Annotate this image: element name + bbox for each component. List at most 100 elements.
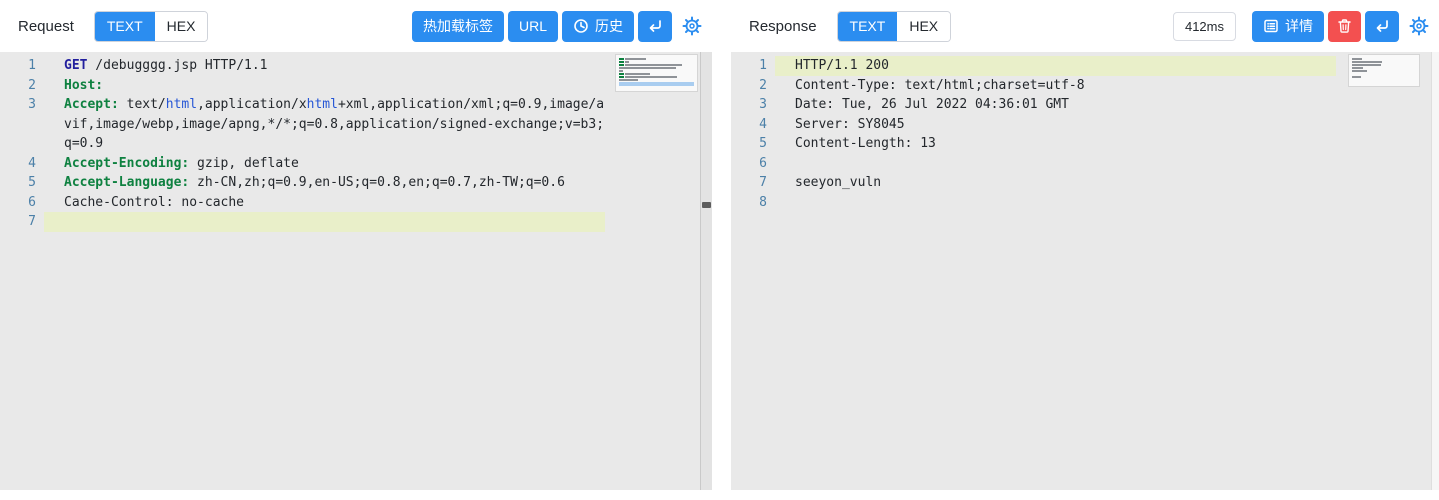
request-settings-button[interactable] (682, 16, 702, 36)
response-tab-hex[interactable]: HEX (897, 12, 950, 41)
line-content[interactable]: Cache-Control: no-cache (44, 193, 605, 213)
line-content[interactable] (44, 212, 605, 232)
minimap-keyword-mark (619, 73, 624, 75)
detail-label: 详情 (1285, 16, 1313, 36)
url-button[interactable]: URL (508, 11, 558, 42)
minimap-text-mark (619, 79, 638, 81)
minimap-line (619, 61, 694, 63)
gear-icon (682, 16, 702, 36)
code-token: html (307, 97, 338, 112)
response-panel: Response TEXT HEX 412ms (731, 0, 1439, 500)
minimap-text-mark (625, 61, 629, 63)
request-tab-hex[interactable]: HEX (155, 12, 208, 41)
send-request-button[interactable] (638, 11, 672, 42)
code-token: Server: SY8045 (795, 117, 905, 132)
code-line: 8 (731, 193, 1439, 213)
line-number: 2 (731, 76, 775, 96)
response-tab-text[interactable]: TEXT (838, 12, 898, 41)
minimap-blank-line (1352, 79, 1416, 82)
minimap-keyword-mark (619, 58, 624, 60)
line-content[interactable]: Host: (44, 76, 605, 96)
response-scrollbar[interactable] (1431, 52, 1439, 490)
minimap-line (619, 76, 694, 78)
code-line: 7seeyon_vuln (731, 173, 1439, 193)
line-content[interactable]: Accept-Encoding: gzip, deflate (44, 154, 605, 174)
minimap-text-mark (625, 73, 650, 75)
code-line: 5Content-Length: 13 (731, 134, 1439, 154)
code-token: text/ (119, 97, 166, 112)
follow-response-button[interactable] (1365, 11, 1399, 42)
clock-icon (573, 18, 589, 34)
request-tab-text[interactable]: TEXT (95, 12, 155, 41)
code-token: Accept-Encoding: (64, 156, 189, 171)
line-number: 5 (731, 134, 775, 154)
code-token: GET (64, 58, 87, 73)
minimap-text-mark (625, 76, 677, 78)
minimap-text-mark (1352, 58, 1362, 60)
line-number: 7 (731, 173, 775, 193)
minimap-text-mark (625, 58, 646, 60)
line-content[interactable]: Server: SY8045 (775, 115, 1336, 135)
code-line: 3Accept: text/html,application/xhtml+xml… (0, 95, 712, 154)
code-line: 2Content-Type: text/html;charset=utf-8 (731, 76, 1439, 96)
clear-response-button[interactable] (1328, 11, 1361, 42)
code-line: 1HTTP/1.1 200 (731, 56, 1439, 76)
line-number: 1 (731, 56, 775, 76)
minimap-line (1352, 61, 1416, 63)
response-editor[interactable]: 1HTTP/1.1 2002Content-Type: text/html;ch… (731, 52, 1439, 490)
line-content[interactable] (775, 154, 1336, 174)
gear-icon (1409, 16, 1429, 36)
minimap-line (1352, 64, 1416, 66)
request-scrollbar[interactable] (700, 52, 712, 490)
http-tool-workspace: Request TEXT HEX 热加载标签 URL (0, 0, 1439, 500)
panel-divider[interactable] (712, 0, 731, 500)
line-content[interactable]: Content-Length: 13 (775, 134, 1336, 154)
code-token: html (166, 97, 197, 112)
line-content[interactable]: Accept-Language: zh-CN,zh;q=0.9,en-US;q=… (44, 173, 605, 193)
minimap-line (1352, 70, 1416, 72)
code-token: /debugggg.jsp HTTP/1.1 (87, 58, 267, 73)
code-line: 4Accept-Encoding: gzip, deflate (0, 154, 712, 174)
minimap-line (619, 58, 694, 60)
line-number: 6 (731, 154, 775, 174)
response-title: Response (749, 18, 817, 35)
request-view-mode-tabs: TEXT HEX (94, 11, 209, 42)
line-content[interactable]: Content-Type: text/html;charset=utf-8 (775, 76, 1336, 96)
response-view-mode-tabs: TEXT HEX (837, 11, 952, 42)
minimap-text-mark (1352, 61, 1382, 63)
response-minimap[interactable] (1348, 54, 1420, 87)
line-number: 2 (0, 76, 44, 96)
code-line: 4Server: SY8045 (731, 115, 1439, 135)
line-content[interactable]: HTTP/1.1 200 (775, 56, 1336, 76)
minimap-line (1352, 76, 1416, 78)
detail-button[interactable]: 详情 (1252, 11, 1324, 42)
request-scrollbar-thumb[interactable] (702, 202, 711, 208)
minimap-line (1352, 58, 1416, 60)
code-line: 5Accept-Language: zh-CN,zh;q=0.9,en-US;q… (0, 173, 712, 193)
minimap-text-mark (619, 70, 623, 72)
minimap-keyword-mark (619, 64, 624, 66)
hot-reload-tags-label: 热加载标签 (423, 16, 493, 36)
request-minimap[interactable] (615, 54, 698, 92)
latency-badge: 412ms (1173, 12, 1236, 41)
minimap-keyword-mark (619, 76, 624, 78)
minimap-text-mark (1352, 67, 1363, 69)
code-line: 3Date: Tue, 26 Jul 2022 04:36:01 GMT (731, 95, 1439, 115)
line-content[interactable]: Date: Tue, 26 Jul 2022 04:36:01 GMT (775, 95, 1336, 115)
line-content[interactable]: Accept: text/html,application/xhtml+xml,… (44, 95, 605, 154)
request-panel: Request TEXT HEX 热加载标签 URL (0, 0, 712, 500)
line-content[interactable] (775, 193, 1336, 213)
response-settings-button[interactable] (1409, 16, 1429, 36)
line-number: 3 (0, 95, 44, 154)
line-content[interactable]: GET /debugggg.jsp HTTP/1.1 (44, 56, 605, 76)
history-button[interactable]: 历史 (562, 11, 634, 42)
code-line: 7 (0, 212, 712, 232)
hot-reload-tags-button[interactable]: 热加载标签 (412, 11, 504, 42)
minimap-line (619, 73, 694, 75)
minimap-text-mark (1352, 70, 1367, 72)
code-token: Host: (64, 78, 103, 93)
minimap-keyword-mark (619, 61, 624, 63)
request-editor[interactable]: 1GET /debugggg.jsp HTTP/1.12Host:3Accept… (0, 52, 712, 490)
line-content[interactable]: seeyon_vuln (775, 173, 1336, 193)
code-token: Date: Tue, 26 Jul 2022 04:36:01 GMT (795, 97, 1069, 112)
